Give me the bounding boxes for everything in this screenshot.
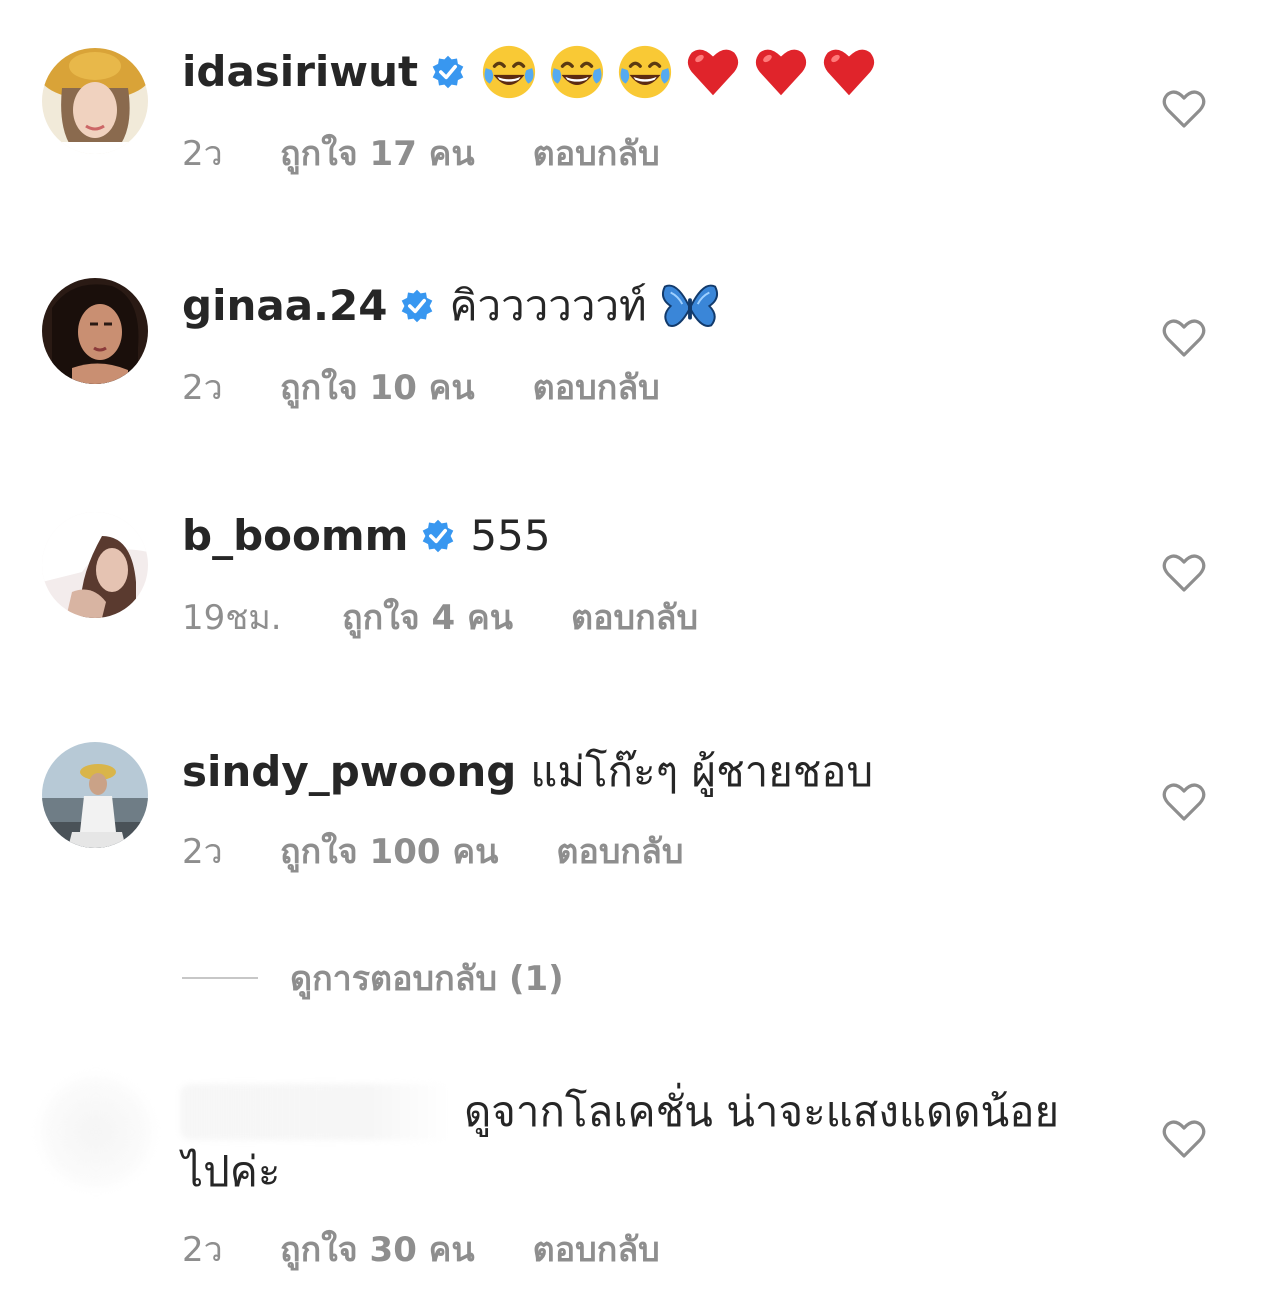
blue-butterfly-emoji-icon: [661, 277, 719, 335]
timestamp: 2ว: [182, 832, 223, 872]
username[interactable]: idasiriwut: [182, 42, 418, 102]
like-heart-icon[interactable]: [1162, 318, 1206, 358]
avatar[interactable]: [42, 48, 148, 154]
comment-line: b_boomm 555: [182, 506, 551, 566]
comment-text: ดูจากโลเคชั่น น่าจะแสงแดดน้อยไปค่ะ: [182, 1087, 1060, 1196]
red-heart-emoji-icon: [752, 43, 810, 101]
comment-meta: 2ว ถูกใจ 10 คน ตอบกลับ: [182, 366, 660, 410]
view-replies-label[interactable]: ดูการตอบกลับ (1): [290, 951, 564, 1005]
timestamp: 2ว: [182, 134, 223, 174]
likes-count[interactable]: ถูกใจ 100 คน: [280, 830, 498, 874]
comment-text: คิววววววท์: [449, 281, 647, 330]
comment-line: ginaa.24 คิววววววท์: [182, 276, 729, 336]
likes-count[interactable]: ถูกใจ 4 คน: [342, 596, 513, 640]
verified-badge-icon: [399, 288, 435, 324]
red-heart-emoji-icon: [820, 43, 878, 101]
likes-count[interactable]: ถูกใจ 10 คน: [280, 366, 475, 410]
reply-button[interactable]: ตอบกลับ: [571, 596, 698, 640]
reply-button[interactable]: ตอบกลับ: [533, 1228, 660, 1272]
view-replies-toggle[interactable]: ดูการตอบกลับ (1): [182, 950, 564, 1006]
reply-button[interactable]: ตอบกลับ: [533, 132, 660, 176]
avatar[interactable]: [42, 742, 148, 848]
comment-text: 555: [470, 511, 551, 560]
comment-meta: 2ว ถูกใจ 100 คน ตอบกลับ: [182, 830, 683, 874]
likes-count[interactable]: ถูกใจ 30 คน: [280, 1228, 475, 1272]
verified-badge-icon: [430, 54, 466, 90]
username[interactable]: ginaa.24: [182, 276, 387, 336]
comment-text: แม่โก๊ะๆ ผู้ชายชอบ: [530, 747, 874, 796]
username[interactable]: b_boomm: [182, 506, 408, 566]
divider: [182, 977, 258, 979]
like-heart-icon[interactable]: [1162, 89, 1206, 129]
reply-button[interactable]: ตอบกลับ: [533, 366, 660, 410]
avatar[interactable]: [42, 512, 148, 618]
reply-button[interactable]: ตอบกลับ: [556, 830, 683, 874]
laughing-tears-emoji-icon: [548, 43, 606, 101]
timestamp: 19ชม.: [182, 598, 282, 638]
comment-meta: 2ว ถูกใจ 17 คน ตอบกลับ: [182, 132, 660, 176]
comment-meta: 19ชม. ถูกใจ 4 คน ตอบกลับ: [182, 596, 698, 640]
avatar[interactable]: [40, 1076, 152, 1188]
like-heart-icon[interactable]: [1162, 1119, 1206, 1159]
like-heart-icon[interactable]: [1162, 782, 1206, 822]
comment-line: idasiriwut: [182, 42, 888, 102]
likes-count[interactable]: ถูกใจ 17 คน: [280, 132, 475, 176]
username[interactable]: sindy_pwoong: [182, 742, 516, 802]
comment-meta: 2ว ถูกใจ 30 คน ตอบกลับ: [182, 1228, 660, 1272]
like-heart-icon[interactable]: [1162, 553, 1206, 593]
timestamp: 2ว: [182, 368, 223, 408]
red-heart-emoji-icon: [684, 43, 742, 101]
laughing-tears-emoji-icon: [480, 43, 538, 101]
verified-badge-icon: [420, 518, 456, 554]
comment-line: sindy_pwoong แม่โก๊ะๆ ผู้ชายชอบ: [182, 742, 873, 802]
laughing-tears-emoji-icon: [616, 43, 674, 101]
timestamp: 2ว: [182, 1230, 223, 1270]
avatar[interactable]: [42, 278, 148, 384]
